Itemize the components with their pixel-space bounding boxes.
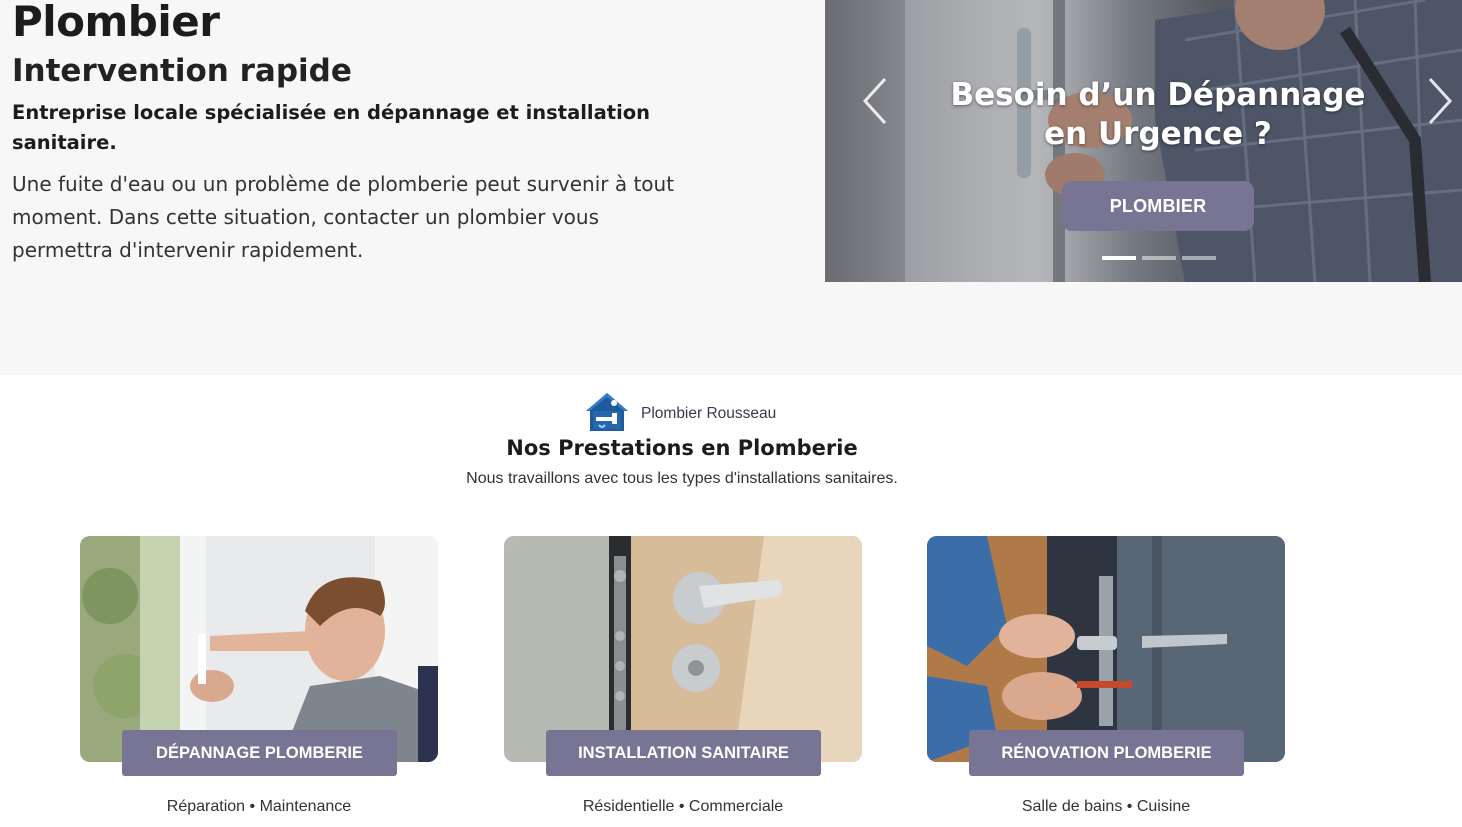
service-button-depannage[interactable]: DÉPANNAGE PLOMBERIE xyxy=(122,730,397,776)
service-button-installation[interactable]: INSTALLATION SANITAIRE xyxy=(546,730,821,776)
hero-slider[interactable]: Besoin d’un Dépannage en Urgence ? PLOMB… xyxy=(825,0,1462,282)
service-image xyxy=(80,536,438,762)
hero-text-block: Plombier Intervention rapide Entreprise … xyxy=(12,0,712,267)
hero-body-text: Une fuite d'eau ou un problème de plombe… xyxy=(12,172,675,262)
section-title: Nos Prestations en Plomberie xyxy=(506,436,858,460)
chevron-right-icon[interactable] xyxy=(1424,76,1454,126)
hero-section: Plombier Intervention rapide Entreprise … xyxy=(0,0,1462,375)
slider-dot-3[interactable] xyxy=(1182,256,1216,260)
chevron-left-icon[interactable] xyxy=(861,76,891,126)
slider-headline: Besoin d’un Dépannage en Urgence ? xyxy=(950,77,1366,152)
hero-subtitle: Intervention rapide xyxy=(12,53,352,89)
service-image xyxy=(927,536,1285,762)
slider-dot-2[interactable] xyxy=(1142,256,1176,260)
service-tags: Salle de bains • Cuisine xyxy=(1021,798,1191,815)
slider-pagination xyxy=(1102,256,1216,260)
service-image xyxy=(504,536,862,762)
hero-title: Plombier xyxy=(12,0,220,46)
hero-lead: Entreprise locale spécialisée en dépanna… xyxy=(12,101,651,154)
service-button-renovation[interactable]: RÉNOVATION PLOMBERIE xyxy=(969,730,1244,776)
service-tags: Résidentielle • Commerciale xyxy=(582,798,784,815)
brand-block: Plombier Rousseau xyxy=(584,391,776,435)
brand-name: Plombier Rousseau xyxy=(641,405,777,422)
section-subtitle: Nous travaillons avec tous les types d'i… xyxy=(466,470,898,487)
slider-dot-1[interactable] xyxy=(1102,256,1136,260)
slider-cta-button[interactable]: PLOMBIER xyxy=(1062,181,1254,231)
plumber-house-logo-icon xyxy=(586,393,628,431)
service-tags: Réparation • Maintenance xyxy=(166,798,352,815)
